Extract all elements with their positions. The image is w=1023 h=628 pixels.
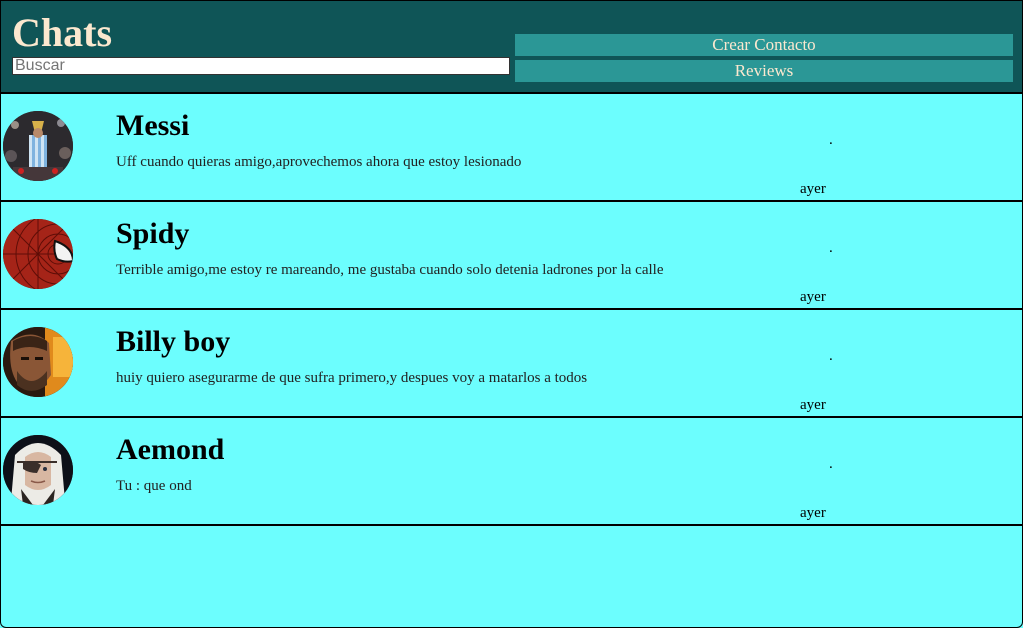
message-time: ayer [800,505,826,521]
spiderman-avatar [3,219,73,289]
header: Chats Crear Contacto Reviews [1,1,1022,94]
create-contact-button[interactable]: Crear Contacto [515,34,1013,56]
status-dot: . [829,456,833,472]
chat-app: Chats Crear Contacto Reviews [0,0,1023,628]
messi-avatar [3,111,73,181]
message-time: ayer [800,289,826,305]
contact-name: Aemond [116,433,225,466]
aemond-avatar [3,435,73,505]
last-message: Uff cuando quieras amigo,aprovechemos ah… [116,154,522,170]
status-dot: . [829,240,833,256]
chat-item-spidy[interactable]: Spidy Terrible amigo,me estoy re mareand… [1,202,1022,310]
chat-item-aemond[interactable]: Aemond Tu : que ond . ayer [1,418,1022,526]
last-message: Tu : que ond [116,478,192,494]
contact-name: Messi [116,109,190,142]
search-input[interactable] [12,57,510,75]
message-time: ayer [800,181,826,197]
chat-item-messi[interactable]: Messi Uff cuando quieras amigo,aproveche… [1,94,1022,202]
message-time: ayer [800,397,826,413]
reviews-button[interactable]: Reviews [515,60,1013,82]
last-message: huiy quiero asegurarme de que sufra prim… [116,370,588,386]
contact-name: Spidy [116,217,190,250]
billy-boy-avatar [3,327,73,397]
status-dot: . [829,348,833,364]
contact-name: Billy boy [116,325,231,358]
last-message: Terrible amigo,me estoy re mareando, me … [116,262,664,278]
chat-item-billy-boy[interactable]: Billy boy huiy quiero asegurarme de que … [1,310,1022,418]
page-title: Chats [12,10,113,55]
status-dot: . [829,132,833,148]
